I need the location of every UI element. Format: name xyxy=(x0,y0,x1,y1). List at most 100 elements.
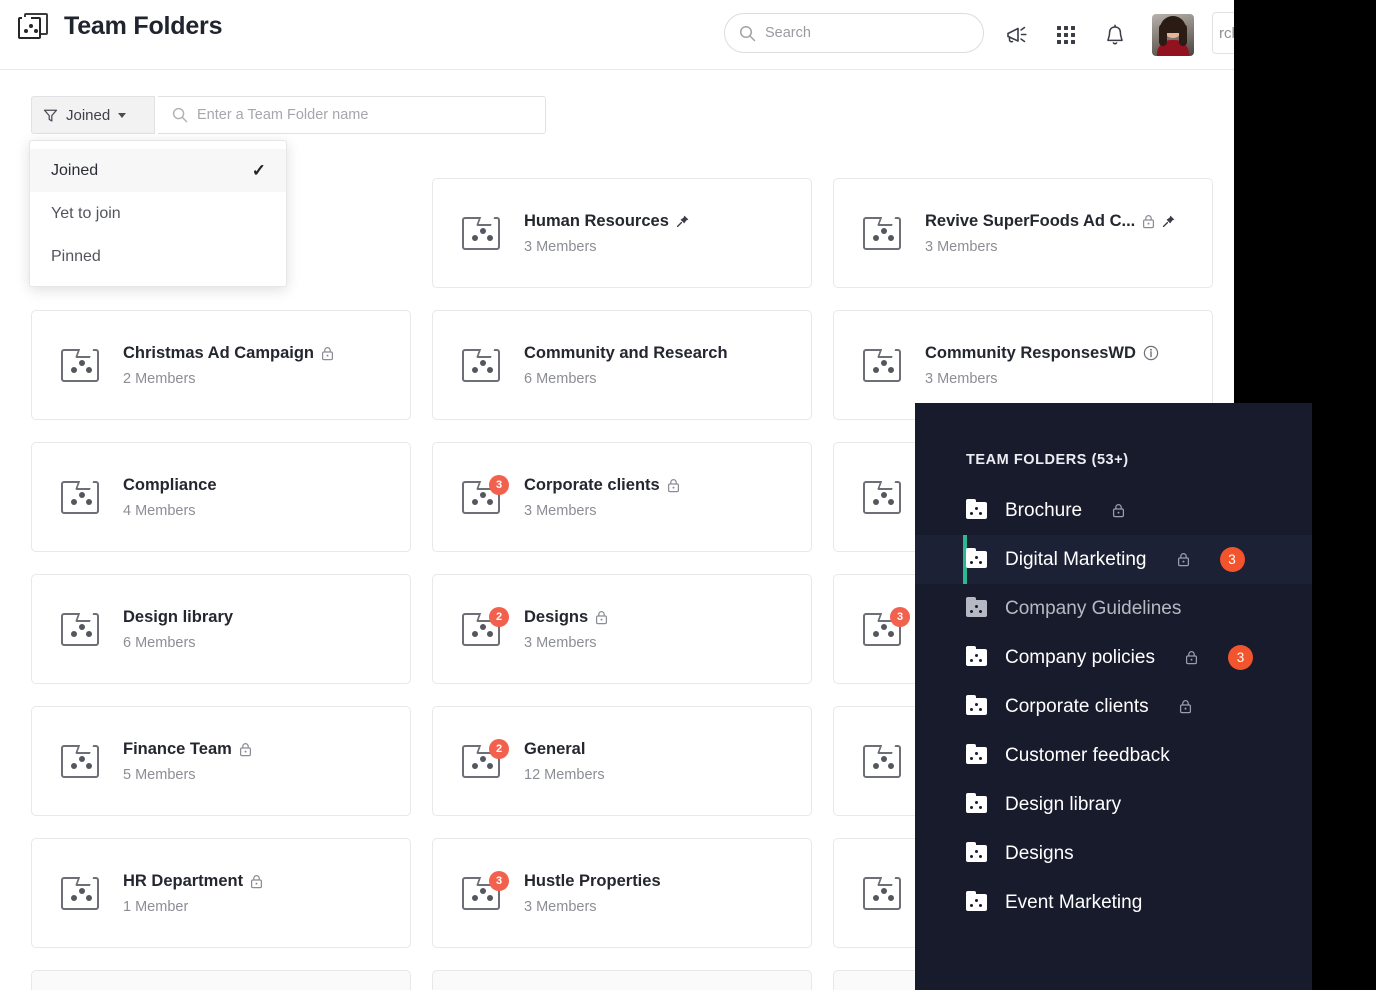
team-folder-name-text: Christmas Ad Campaign xyxy=(123,343,315,362)
chevron-down-icon xyxy=(118,112,127,118)
team-folder-card[interactable]: Revive SuperFoods Ad C... 3 Members xyxy=(833,178,1213,288)
side-panel-item-company-guidelines[interactable]: Company Guidelines xyxy=(915,584,1312,633)
team-folder-card[interactable]: 3 Hustle Properties 3 Members xyxy=(432,838,812,948)
header-actions xyxy=(1002,14,1194,56)
unread-badge: 3 xyxy=(890,607,910,627)
team-folder-name: Human Resources xyxy=(524,212,690,231)
team-folder-members: 6 Members xyxy=(123,634,196,651)
global-search-input[interactable]: Search xyxy=(724,13,984,53)
filter-option-label: Pinned xyxy=(51,247,101,265)
filter-label: Joined xyxy=(66,106,111,124)
filter-option-joined[interactable]: Joined ✓ xyxy=(30,149,286,192)
team-folder-name-text: Hustle Properties xyxy=(524,871,661,890)
folder-icon: 2 xyxy=(462,607,509,647)
team-folder-card-text: Finance Team 5 Members xyxy=(123,740,252,783)
team-folder-card-text: Human Resources 3 Members xyxy=(524,212,690,255)
team-folder-name-text: Design library xyxy=(123,607,234,626)
lock-icon xyxy=(321,346,334,361)
unread-badge: 2 xyxy=(489,739,509,759)
team-folder-members: 3 Members xyxy=(925,238,998,255)
megaphone-icon[interactable] xyxy=(1002,20,1032,50)
side-panel-item-event-marketing[interactable]: Event Marketing xyxy=(915,878,1312,927)
check-icon: ✓ xyxy=(251,160,266,180)
avatar[interactable] xyxy=(1152,14,1194,56)
team-folder-members: 5 Members xyxy=(123,766,196,783)
team-folder-name-text: Finance Team xyxy=(123,739,232,758)
team-folder-members: 4 Members xyxy=(123,502,196,519)
team-folders-side-panel: TEAM FOLDERS (53+) Brochure Digital Marke… xyxy=(915,403,1312,990)
team-folder-card[interactable]: Community and Research 6 Members xyxy=(432,310,812,420)
side-panel-item-label: Designs xyxy=(1005,842,1074,864)
folder-icon xyxy=(966,499,987,519)
team-folder-card[interactable]: 2 General 12 Members xyxy=(432,706,812,816)
team-folder-card-text: Design library 6 Members xyxy=(123,608,233,651)
filter-option-pinned[interactable]: Pinned xyxy=(30,235,286,278)
team-folder-card[interactable] xyxy=(432,970,812,990)
side-panel-item-digital-marketing[interactable]: Digital Marketing 3 xyxy=(915,535,1312,584)
unread-badge: 3 xyxy=(1227,645,1253,670)
team-folder-card[interactable]: HR Department 1 Member xyxy=(31,838,411,948)
team-folder-name-placeholder: Enter a Team Folder name xyxy=(197,107,369,123)
filter-option-label: Joined xyxy=(51,161,99,179)
lock-icon xyxy=(1142,214,1155,229)
team-folder-card-text: Revive SuperFoods Ad C... 3 Members xyxy=(925,212,1176,255)
team-folder-card-text: Hustle Properties 3 Members xyxy=(524,872,661,915)
team-folder-name: Corporate clients xyxy=(524,476,680,495)
team-folder-card[interactable]: Finance Team 5 Members xyxy=(31,706,411,816)
team-folder-name-text: Revive SuperFoods Ad C... xyxy=(925,211,1136,230)
side-panel-item-label: Event Marketing xyxy=(1005,891,1143,913)
team-folder-members: 6 Members xyxy=(524,370,597,387)
team-folder-members: 3 Members xyxy=(524,502,597,519)
lock-icon xyxy=(239,742,252,757)
team-folder-card[interactable]: 3 Corporate clients 3 Members xyxy=(432,442,812,552)
team-folder-card-text: Community ResponsesWD 3 Members xyxy=(925,344,1159,387)
folder-icon: 3 xyxy=(462,871,509,911)
team-folder-members: 3 Members xyxy=(524,634,597,651)
info-icon[interactable] xyxy=(1143,345,1159,361)
filter-option-yet-to-join[interactable]: Yet to join xyxy=(30,192,286,235)
team-folder-name: HR Department xyxy=(123,872,263,891)
team-folder-name: Community and Research xyxy=(524,344,728,363)
team-folder-name: Community ResponsesWD xyxy=(925,344,1159,363)
team-folder-name-text: Corporate clients xyxy=(524,475,660,494)
side-panel-item-designs[interactable]: Designs xyxy=(915,829,1312,878)
team-folder-name-text: Human Resources xyxy=(524,211,669,230)
side-panel-item-customer-feedback[interactable]: Customer feedback xyxy=(915,731,1312,780)
team-folder-members: 1 Member xyxy=(123,898,189,915)
side-panel-item-label: Design library xyxy=(1005,793,1122,815)
team-folder-name: Compliance xyxy=(123,476,217,495)
team-folder-name: Finance Team xyxy=(123,740,252,759)
team-folder-card[interactable]: Compliance 4 Members xyxy=(31,442,411,552)
side-panel-item-label: Customer feedback xyxy=(1005,744,1170,766)
team-folder-name: Hustle Properties xyxy=(524,872,661,891)
side-panel-item-corporate-clients[interactable]: Corporate clients xyxy=(915,682,1312,731)
apps-grid-icon[interactable] xyxy=(1051,20,1081,50)
lock-icon xyxy=(595,610,608,625)
side-panel-item-brochure[interactable]: Brochure xyxy=(915,486,1312,535)
filter-joined-button[interactable]: Joined xyxy=(31,96,155,134)
team-folder-name: Revive SuperFoods Ad C... xyxy=(925,212,1176,231)
team-folder-card[interactable]: Christmas Ad Campaign 2 Members xyxy=(31,310,411,420)
team-folder-members: 3 Members xyxy=(925,370,998,387)
team-folder-name: Christmas Ad Campaign xyxy=(123,344,334,363)
side-panel-item-label: Digital Marketing xyxy=(1005,548,1147,570)
team-folder-name: Designs xyxy=(524,608,608,627)
bell-icon[interactable] xyxy=(1100,20,1130,50)
side-panel-item-design-library[interactable]: Design library xyxy=(915,780,1312,829)
team-folder-name-text: Community and Research xyxy=(524,343,728,362)
team-folder-card[interactable]: Design library 6 Members xyxy=(31,574,411,684)
team-folder-card[interactable] xyxy=(31,970,411,990)
side-panel-item-company-policies[interactable]: Company policies 3 xyxy=(915,633,1312,682)
lock-icon xyxy=(250,874,263,889)
folder-icon xyxy=(863,347,903,383)
cut-off-search-field[interactable]: rch xyxy=(1212,12,1234,54)
team-folder-members: 3 Members xyxy=(524,238,597,255)
team-folder-name: Design library xyxy=(123,608,233,627)
team-folder-card-text: Corporate clients 3 Members xyxy=(524,476,680,519)
side-panel-item-label: Company Guidelines xyxy=(1005,597,1182,619)
team-folder-card[interactable]: 2 Designs 3 Members xyxy=(432,574,812,684)
folder-icon xyxy=(61,611,101,647)
team-folder-name-input[interactable]: Enter a Team Folder name xyxy=(158,96,546,134)
team-folder-card[interactable]: Human Resources 3 Members xyxy=(432,178,812,288)
folder-icon xyxy=(863,215,903,251)
